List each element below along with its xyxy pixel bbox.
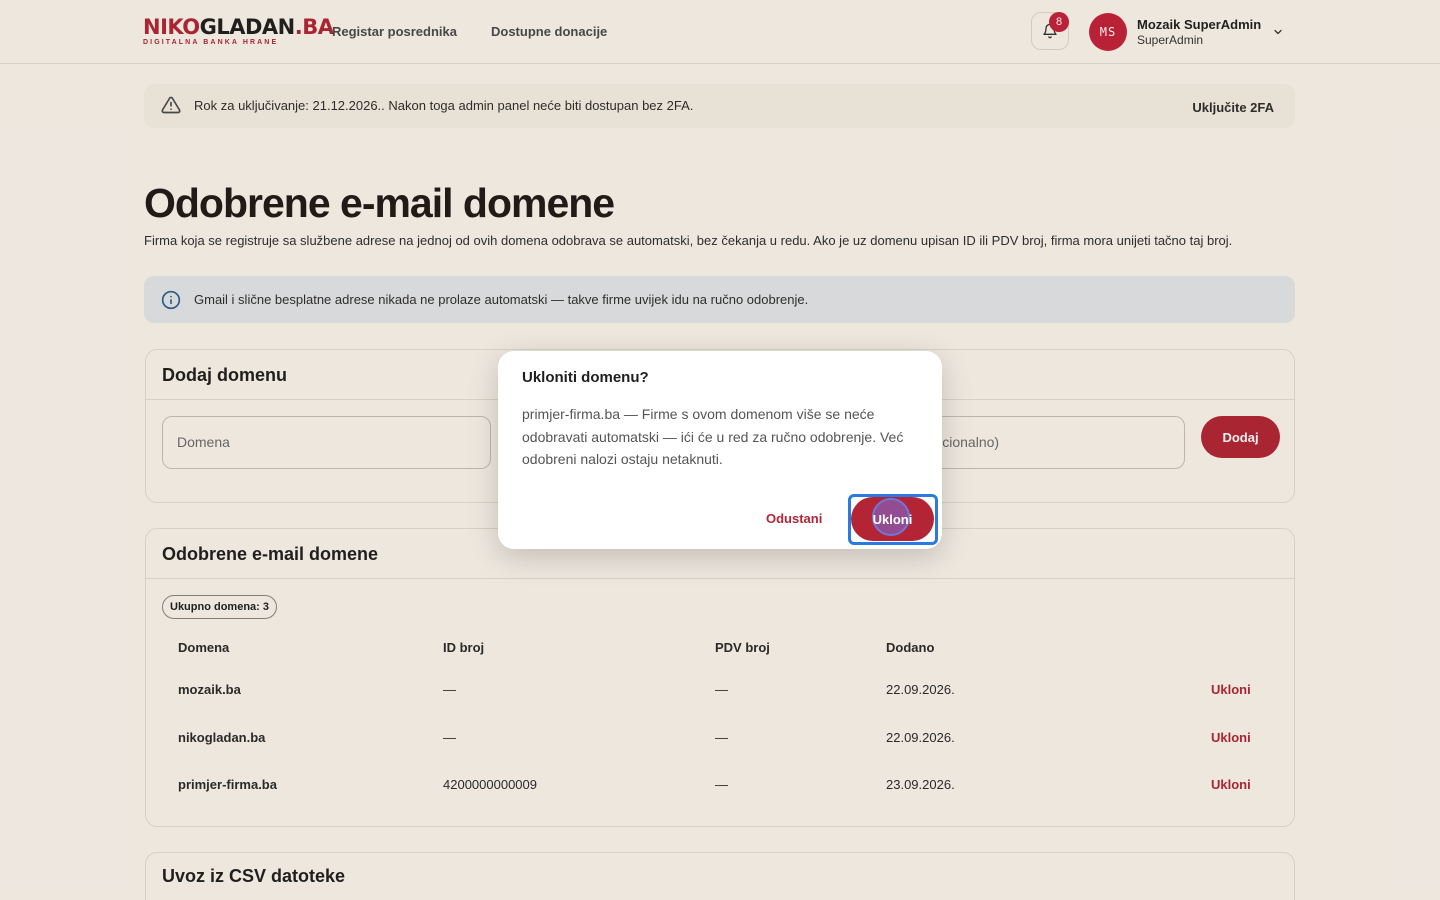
- dialog-body: primjer-firma.ba — Firme s ovom domenom …: [522, 406, 904, 467]
- cancel-button[interactable]: Odustani: [766, 511, 822, 526]
- confirm-remove-button[interactable]: Ukloni: [851, 497, 934, 541]
- confirm-remove-dialog: Ukloniti domenu? primjer-firma.ba — Firm…: [498, 351, 942, 549]
- dialog-title: Ukloniti domenu?: [522, 369, 649, 386]
- confirm-remove-label: Ukloni: [872, 511, 913, 527]
